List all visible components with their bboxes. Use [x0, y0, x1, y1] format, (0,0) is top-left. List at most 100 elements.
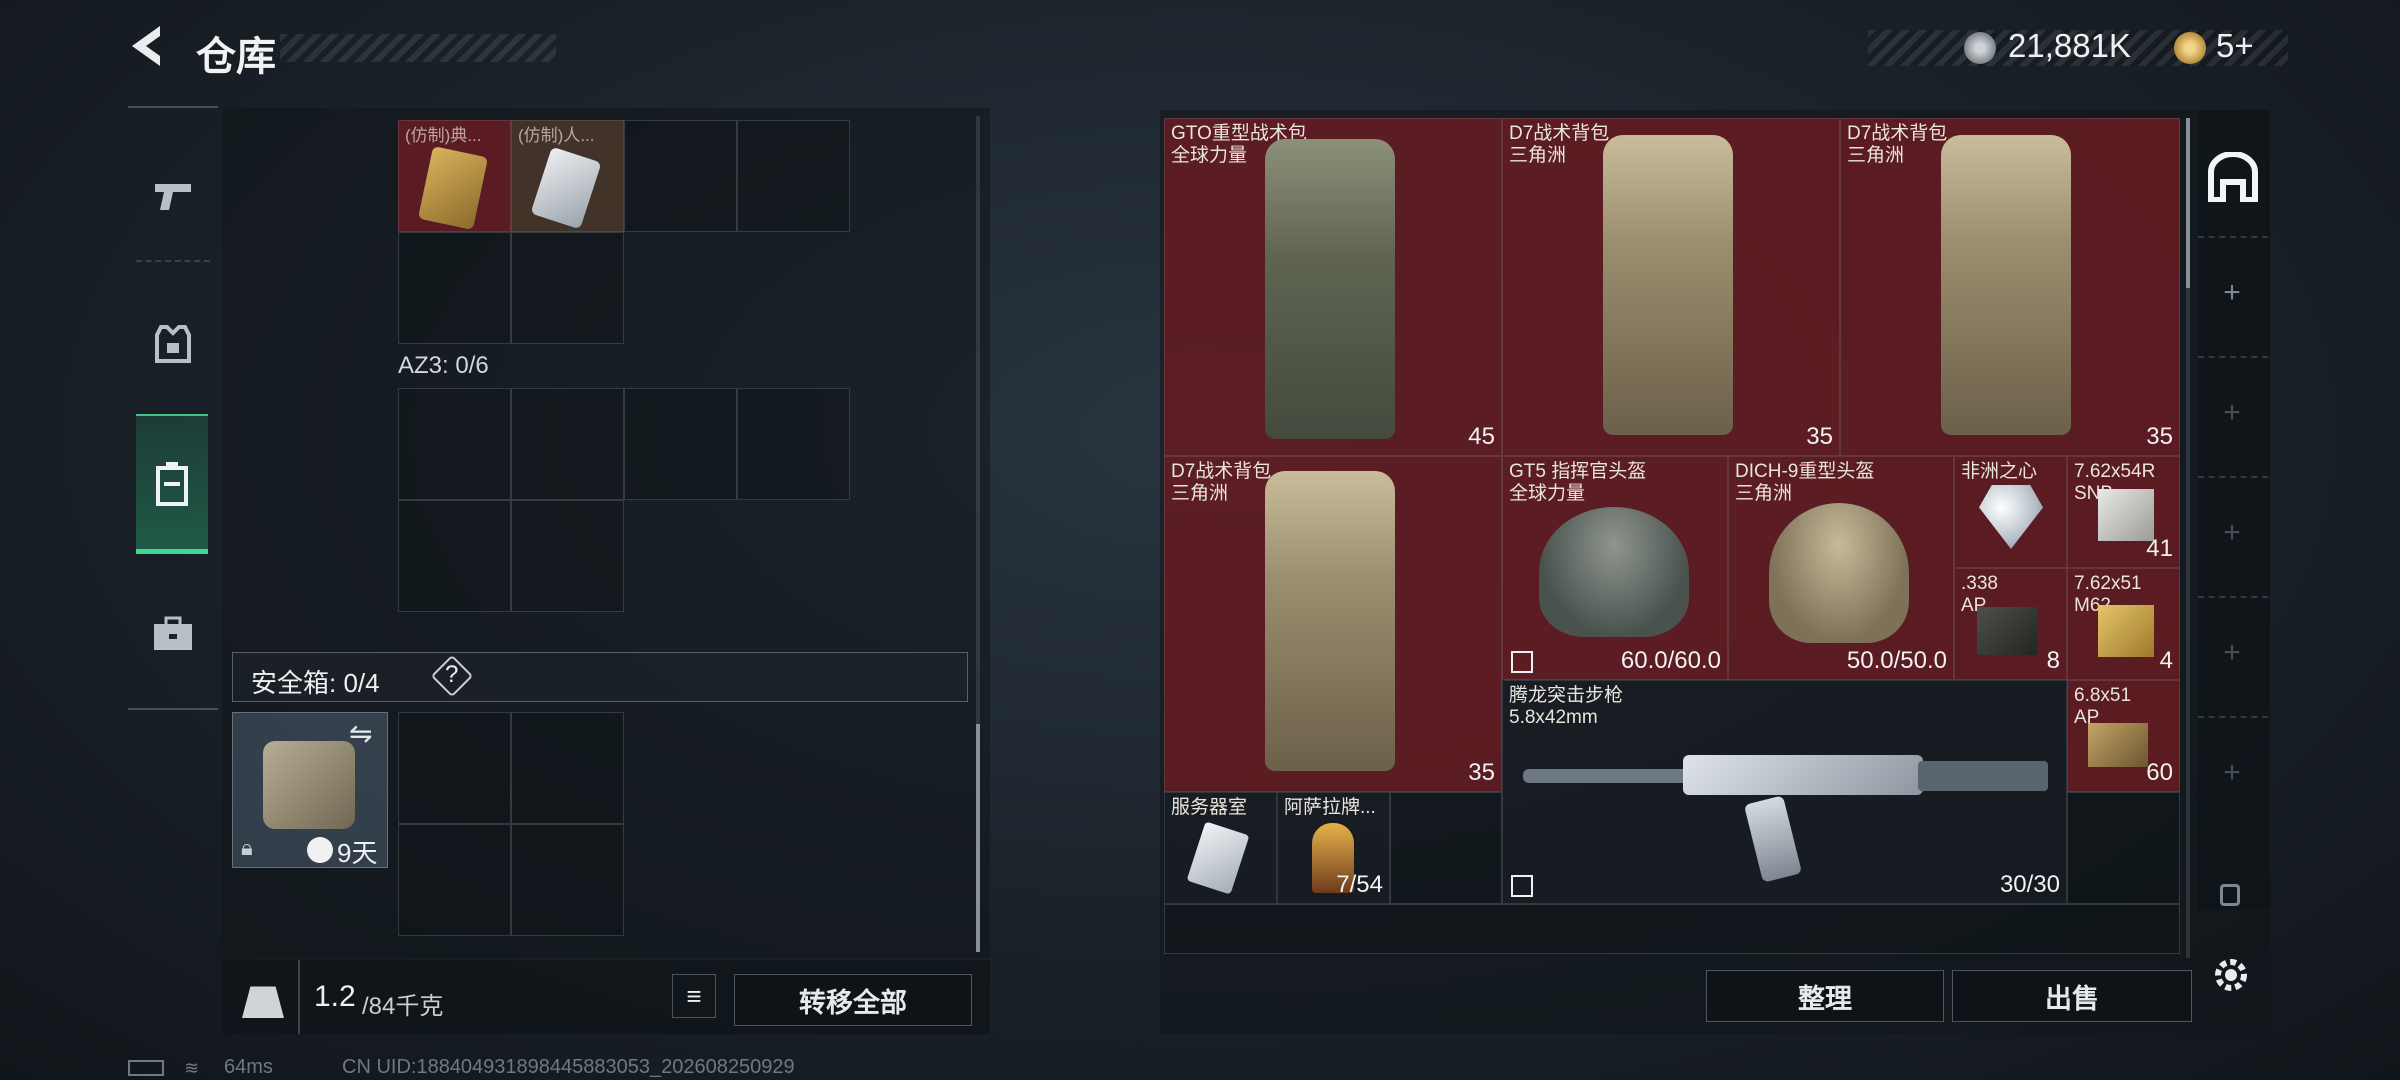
empty-slot[interactable] [511, 388, 624, 500]
safe-box-label: 安全箱: 0/4 [251, 668, 380, 698]
tab-divider [2198, 236, 2268, 238]
item-name: D7战术背包 [1509, 123, 1610, 144]
container-label: AZ3: 0/6 [398, 352, 489, 379]
item-name: (仿制)典... [405, 126, 482, 145]
empty-slot[interactable] [1390, 792, 1502, 904]
item-name: .338 [1961, 573, 1998, 594]
empty-slot[interactable] [624, 120, 737, 232]
add-stash-tab-button[interactable]: + [2210, 636, 2254, 670]
item-tile-card[interactable]: 阿萨拉牌... 7/54 [1277, 792, 1390, 904]
pistol-icon [155, 184, 191, 210]
stash-scrollbar-thumb[interactable] [2186, 118, 2190, 288]
item-name: D7战术背包 [1171, 461, 1272, 482]
nav-divider [136, 260, 210, 262]
item-tile-gto[interactable]: GTO重型战术包 全球力量 45 [1164, 118, 1502, 456]
item-sub: 三角洲 [1735, 483, 1793, 504]
item-tile-ammo[interactable]: 6.8x51 AP 60 [2067, 680, 2180, 792]
settings-button[interactable] [2208, 952, 2254, 998]
tab-divider [2198, 596, 2268, 598]
safe-box-header: 安全箱: 0/4 ? ? [232, 652, 968, 702]
empty-slot[interactable] [511, 500, 624, 612]
item-count: 60 [2146, 759, 2173, 786]
nav-item-armor[interactable] [126, 294, 220, 394]
item-tile-ammo[interactable]: 7.62x54R SNB 41 [2067, 456, 2180, 568]
item-tile-dich[interactable]: DICH-9重型头盔 三角洲 50.0/50.0 [1728, 456, 1954, 680]
item-count: 35 [1806, 423, 1833, 450]
add-stash-tab-button[interactable]: + [2210, 276, 2254, 310]
ammo-box-icon [1977, 607, 2037, 655]
item-name: GT5 指挥官头盔 [1509, 461, 1647, 482]
empty-slot[interactable] [624, 388, 737, 500]
item-sub: 全球力量 [1509, 483, 1586, 504]
keycard-icon [1186, 821, 1250, 895]
item-count: 4 [2159, 647, 2173, 674]
item-count: 41 [2146, 535, 2173, 562]
nav-item-backpack[interactable] [136, 414, 208, 554]
item-tile-key[interactable]: 服务器室 [1164, 792, 1277, 904]
weight-divider [298, 960, 300, 1034]
scrollbar-thumb[interactable] [976, 724, 980, 952]
item-tile[interactable]: (仿制)人... [511, 120, 624, 232]
lock-icon: 🔒︎ [241, 835, 253, 860]
empty-slot[interactable] [398, 232, 511, 344]
safe-box-item[interactable]: ⇋ 🔒︎ 9天 [232, 712, 388, 868]
empty-slot[interactable] [737, 120, 850, 232]
item-tile-gt5[interactable]: GT5 指挥官头盔 全球力量 60.0/60.0 [1502, 456, 1728, 680]
empty-slot[interactable] [2067, 792, 2180, 904]
empty-slot[interactable] [398, 500, 511, 612]
wifi-icon: ≋ [184, 1058, 200, 1078]
empty-slot[interactable] [511, 824, 624, 936]
safe-box-icon [263, 741, 355, 829]
broken-icon [1511, 651, 1533, 673]
item-name: D7战术背包 [1847, 123, 1948, 144]
item-tile-ammo[interactable]: .338 AP 8 [1954, 568, 2067, 680]
safe-box-timer: 9天 [337, 838, 378, 868]
transfer-all-button[interactable]: 转移全部 [734, 974, 972, 1026]
backpack-image [1265, 471, 1395, 771]
item-tile-heart[interactable]: 非洲之心 [1954, 456, 2067, 568]
item-name: 7.62x54R [2074, 461, 2156, 482]
item-name: 非洲之心 [1961, 461, 2038, 482]
help-icon-glyph: ? [445, 661, 459, 688]
empty-slot[interactable] [398, 824, 511, 936]
item-tile-d7[interactable]: D7战术背包 三角洲 35 [1840, 118, 2180, 456]
item-name: DICH-9重型头盔 [1735, 461, 1875, 482]
empty-slot[interactable] [1164, 904, 2180, 954]
item-tile-rifle[interactable]: 腾龙突击步枪 5.8x42mm 30/30 [1502, 680, 2067, 904]
empty-slot[interactable] [511, 712, 624, 824]
swap-icon[interactable]: ⇋ [349, 717, 372, 750]
tab-divider [2198, 476, 2268, 478]
stash-tab-home[interactable] [2204, 146, 2262, 208]
lock-icon [2220, 884, 2240, 906]
back-button[interactable] [124, 22, 174, 72]
rifle-image [1523, 751, 2053, 811]
sell-button[interactable]: 出售 [1952, 970, 2192, 1022]
sort-button[interactable]: 整理 [1706, 970, 1944, 1022]
title-stripe [280, 34, 556, 62]
item-tile[interactable]: (仿制)典... [398, 120, 511, 232]
battery-icon [128, 1060, 164, 1076]
empty-slot[interactable] [511, 232, 624, 344]
empty-slot[interactable] [737, 388, 850, 500]
weight-unit: /84千克 [362, 993, 444, 1020]
inventory-panel: (仿制)典... (仿制)人... AZ3: 0/6 安全箱: 0/4 ? ? … [222, 108, 990, 958]
nav-item-medkit[interactable] [126, 584, 220, 684]
item-tile-d7[interactable]: D7战术背包 三角洲 35 [1164, 456, 1502, 792]
nav-item-weapons[interactable] [126, 146, 220, 246]
briefcase-icon [154, 616, 192, 650]
stash-tab-rail [2198, 110, 2270, 910]
add-stash-tab-button[interactable]: + [2210, 396, 2254, 430]
armor-icon [155, 325, 191, 363]
item-tile-ammo[interactable]: 7.62x51 M62 4 [2067, 568, 2180, 680]
list-view-button[interactable]: ≡ [672, 974, 716, 1018]
item-tile-d7[interactable]: D7战术背包 三角洲 35 [1502, 118, 1840, 456]
ping-value: 64ms [224, 1056, 273, 1078]
empty-slot[interactable] [398, 712, 511, 824]
rifle-stock [1918, 761, 2048, 791]
nav-divider [128, 708, 218, 710]
add-stash-tab-button[interactable]: + [2210, 756, 2254, 790]
add-stash-tab-button[interactable]: + [2210, 516, 2254, 550]
empty-slot[interactable] [398, 388, 511, 500]
weight-bar: 1.2 /84千克 ≡ 转移全部 [222, 960, 990, 1034]
ticket-icon [2174, 32, 2206, 64]
